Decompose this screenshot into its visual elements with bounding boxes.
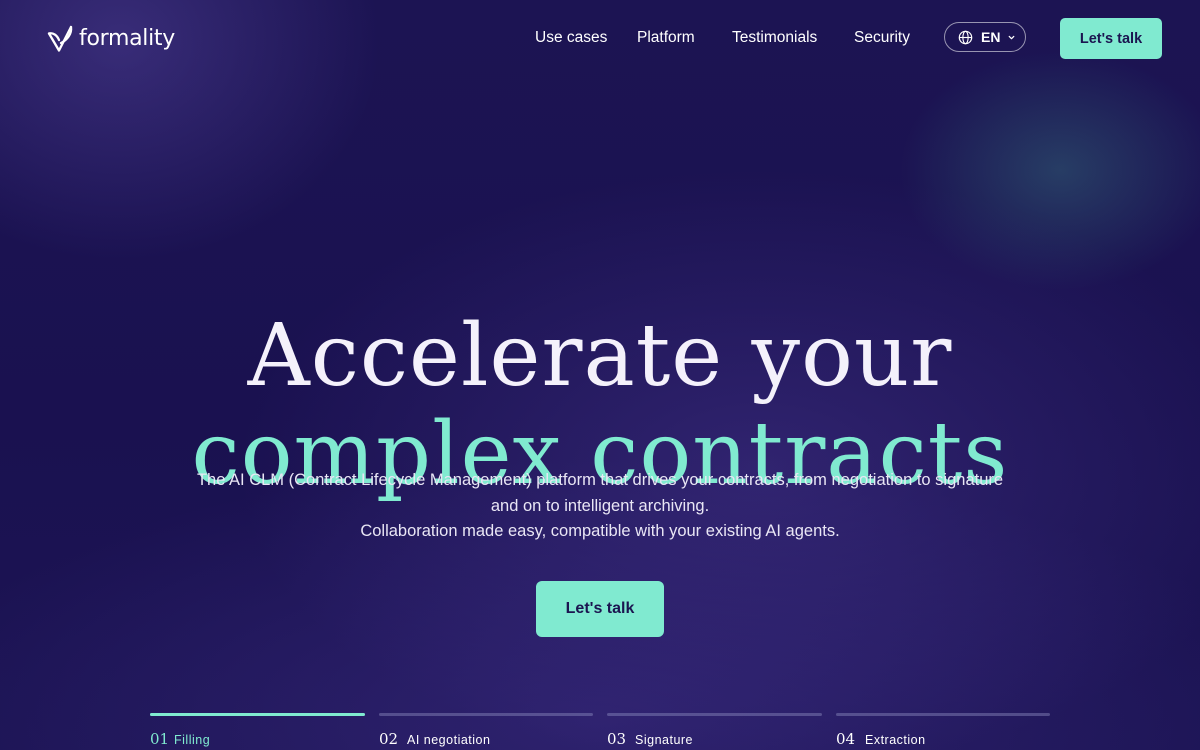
lets-talk-button-header[interactable]: Let's talk bbox=[1060, 18, 1162, 59]
nav-link-use-cases[interactable]: Use cases bbox=[535, 28, 607, 48]
globe-icon bbox=[958, 30, 973, 44]
hero-title-line-1: Accelerate your bbox=[247, 305, 953, 406]
hero-subtitle-1: The AI CLM (Contract Lifecycle Managemen… bbox=[0, 468, 1200, 519]
step-filling[interactable]: 01 Filling bbox=[150, 713, 365, 750]
chevron-down-icon bbox=[1009, 35, 1015, 39]
step-signature[interactable]: 03 Signature bbox=[607, 713, 822, 750]
nav-link-security[interactable]: Security bbox=[854, 28, 910, 48]
step-number: 02 bbox=[379, 730, 399, 748]
step-progress-track bbox=[607, 713, 822, 716]
step-progress-track bbox=[150, 713, 365, 716]
nav-link-platform[interactable]: Platform bbox=[637, 28, 695, 48]
site-header: formality Use cases Platform Testimonial… bbox=[0, 0, 1200, 76]
step-progress-track bbox=[379, 713, 593, 716]
hero-subtitle-2: Collaboration made easy, compatible with… bbox=[360, 522, 840, 540]
step-progress-fill bbox=[150, 713, 365, 716]
step-label: Signature bbox=[635, 733, 694, 747]
step-number: 01 bbox=[150, 730, 170, 748]
language-selector[interactable]: EN bbox=[944, 22, 1026, 52]
step-label: Filling bbox=[174, 733, 211, 747]
step-number: 03 bbox=[607, 730, 627, 748]
step-progress-track bbox=[836, 713, 1050, 716]
lets-talk-button-hero[interactable]: Let's talk bbox=[536, 581, 664, 637]
step-label: AI negotiation bbox=[407, 733, 491, 747]
nav-link-testimonials[interactable]: Testimonials bbox=[732, 28, 817, 48]
step-number: 04 bbox=[836, 730, 856, 748]
step-extraction[interactable]: 04 Extraction bbox=[836, 713, 1050, 750]
hero-subtitle-1-text: The AI CLM (Contract Lifecycle Managemen… bbox=[196, 471, 1004, 515]
step-label: Extraction bbox=[865, 733, 926, 747]
step-ai-negotiation[interactable]: 02 AI negotiation bbox=[379, 713, 593, 750]
language-code: EN bbox=[981, 29, 1001, 45]
